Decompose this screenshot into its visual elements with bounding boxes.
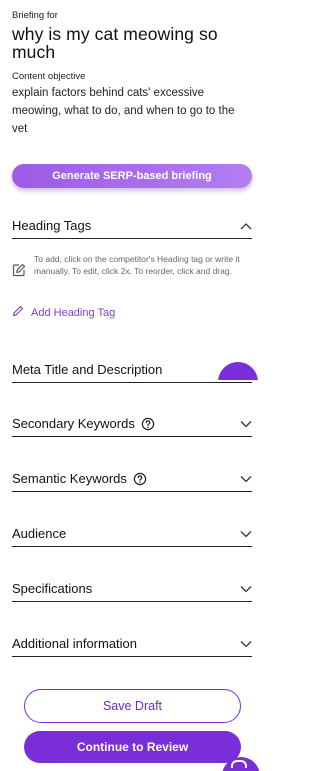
briefing-for-label: Briefing for bbox=[12, 10, 58, 21]
section-title: Heading Tags bbox=[12, 218, 92, 233]
section-secondary-keywords[interactable]: Secondary Keywords bbox=[12, 411, 252, 437]
help-circle-icon[interactable] bbox=[141, 417, 155, 431]
add-heading-tag-label: Add Heading Tag bbox=[31, 307, 116, 319]
content-objective-label: Content objective bbox=[12, 71, 86, 82]
section-label-group: Semantic Keywords bbox=[12, 471, 147, 486]
save-draft-button[interactable]: Save Draft bbox=[24, 689, 241, 723]
help-circle-icon[interactable] bbox=[133, 472, 147, 486]
section-heading-tags[interactable]: Heading Tags bbox=[12, 213, 252, 239]
chevron-down-icon[interactable] bbox=[240, 530, 252, 538]
briefing-header: Briefing for why is my cat meowing so mu… bbox=[0, 0, 259, 138]
section-meta-title[interactable]: Meta Title and Description bbox=[12, 357, 252, 383]
chat-bubble-button[interactable] bbox=[218, 360, 258, 380]
chevron-down-icon[interactable] bbox=[240, 585, 252, 593]
pencil-icon bbox=[12, 304, 24, 322]
edit-square-icon bbox=[12, 263, 26, 277]
chevron-down-icon[interactable] bbox=[240, 420, 252, 428]
generate-serp-briefing-button[interactable]: Generate SERP-based briefing bbox=[12, 164, 252, 188]
chevron-up-icon[interactable] bbox=[240, 222, 252, 230]
content-objective-text: explain factors behind cats' excessive m… bbox=[12, 87, 235, 135]
section-specifications[interactable]: Specifications bbox=[12, 576, 252, 602]
section-title: Secondary Keywords bbox=[12, 416, 135, 431]
section-semantic-keywords[interactable]: Semantic Keywords bbox=[12, 466, 252, 492]
chevron-down-icon[interactable] bbox=[240, 640, 252, 648]
chat-bubble-icon bbox=[218, 362, 258, 380]
chat-launcher-button[interactable] bbox=[222, 755, 259, 771]
chat-glyph bbox=[231, 760, 247, 768]
section-title: Additional information bbox=[12, 636, 138, 651]
section-title: Specifications bbox=[12, 581, 93, 596]
page-title: why is my cat meowing so much bbox=[12, 24, 218, 62]
continue-to-review-button[interactable]: Continue to Review bbox=[24, 731, 241, 763]
heading-tags-help: To add, click on the competitor's Headin… bbox=[12, 253, 252, 277]
add-heading-tag-link[interactable]: Add Heading Tag bbox=[12, 304, 115, 322]
section-title: Meta Title and Description bbox=[12, 362, 163, 377]
section-additional-information[interactable]: Additional information bbox=[12, 631, 252, 657]
section-title: Audience bbox=[12, 526, 67, 541]
section-title: Semantic Keywords bbox=[12, 471, 127, 486]
section-label-group: Secondary Keywords bbox=[12, 416, 155, 431]
section-audience[interactable]: Audience bbox=[12, 521, 252, 547]
heading-tags-help-text: To add, click on the competitor's Headin… bbox=[34, 254, 240, 276]
chevron-down-icon[interactable] bbox=[240, 475, 252, 483]
